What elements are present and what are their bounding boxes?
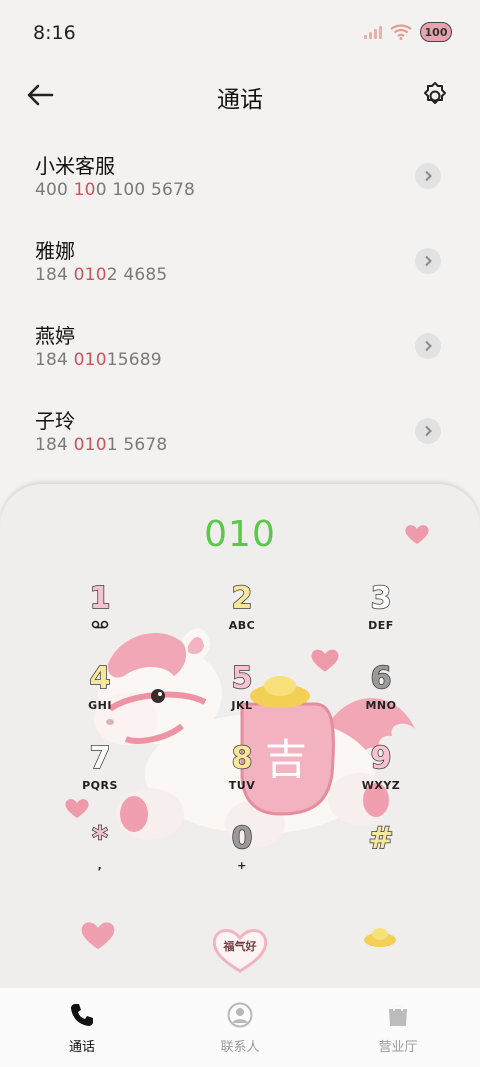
dial-key-7[interactable]: 7 PQRS — [40, 741, 160, 792]
page-title: 通话 — [217, 87, 263, 113]
contact-number: 184 0102 4685 — [35, 265, 168, 285]
phone-icon — [71, 1004, 93, 1026]
contact-detail-button[interactable] — [415, 333, 441, 359]
dial-key-9[interactable]: 9 WXYZ — [321, 741, 441, 792]
favorites-button[interactable] — [78, 918, 118, 956]
heart-icon — [81, 922, 115, 950]
dial-key-6[interactable]: 6 MNO — [321, 661, 441, 712]
contact-detail-button[interactable] — [415, 248, 441, 274]
dial-key-2[interactable]: 2 ABC — [182, 581, 302, 632]
dial-key-5[interactable]: 5 JKL — [182, 661, 302, 712]
contact-name: 燕婷 — [35, 324, 75, 348]
chevron-right-icon — [425, 425, 432, 437]
contact-number: 184 01015689 — [35, 350, 162, 370]
gear-icon — [424, 82, 446, 104]
bottom-navigation: 通话 联系人 营业厅 — [0, 988, 480, 1067]
status-bar: 8:16 100 — [0, 0, 480, 66]
contact-name: 雅娜 — [35, 239, 75, 263]
battery-indicator: 100 — [420, 22, 452, 42]
header: 通话 — [0, 66, 480, 124]
dial-key-hash[interactable]: # — [321, 821, 441, 859]
contact-detail-button[interactable] — [415, 418, 441, 444]
chevron-right-icon — [425, 255, 432, 267]
heart-decoration-icon — [405, 525, 429, 544]
gold-ingot-button[interactable] — [362, 924, 398, 952]
chevron-right-icon — [425, 340, 432, 352]
nav-item-contacts[interactable]: 联系人 — [180, 1002, 300, 1055]
dial-key-0[interactable]: 0 + — [182, 821, 302, 872]
settings-button[interactable] — [418, 78, 452, 112]
dial-key-4[interactable]: 4 GHI — [40, 661, 160, 712]
contact-row[interactable]: 子玲 184 0101 5678 — [0, 395, 480, 480]
contact-list: 小米客服 400 100 100 5678 雅娜 184 0102 4685 燕… — [0, 140, 480, 480]
contact-name: 子玲 — [35, 409, 75, 433]
dialpad-panel: 010 吉 1 2 ABC 3 DEF 4 GHI 5 JKL 6 MNO 7 … — [0, 484, 480, 1004]
gold-ingot-icon — [364, 928, 396, 947]
contact-number: 184 0101 5678 — [35, 435, 168, 455]
contact-row[interactable]: 小米客服 400 100 100 5678 — [0, 140, 480, 225]
chevron-right-icon — [425, 170, 432, 182]
contact-detail-button[interactable] — [415, 163, 441, 189]
nav-item-service-hall[interactable]: 营业厅 — [338, 1002, 458, 1055]
person-icon — [227, 1002, 253, 1028]
voicemail-icon — [91, 620, 109, 629]
dial-key-1[interactable]: 1 — [40, 581, 160, 632]
dial-key-8[interactable]: 8 TUV — [182, 741, 302, 792]
status-icons: 100 — [364, 22, 452, 42]
wifi-icon — [390, 24, 412, 40]
dial-key-star[interactable]: * , — [40, 821, 160, 872]
nav-item-calls[interactable]: 通话 — [22, 1002, 142, 1055]
status-time: 8:16 — [33, 22, 76, 44]
contact-name: 小米客服 — [35, 154, 115, 178]
call-button-label: 福气好 — [223, 940, 257, 953]
contact-row[interactable]: 雅娜 184 0102 4685 — [0, 225, 480, 310]
contact-row[interactable]: 燕婷 184 01015689 — [0, 310, 480, 395]
shopping-bag-icon — [389, 1004, 407, 1026]
dial-key-3[interactable]: 3 DEF — [321, 581, 441, 632]
signal-icon — [364, 25, 382, 39]
call-button[interactable]: 福气好 — [210, 924, 270, 974]
contact-number: 400 100 100 5678 — [35, 180, 196, 200]
